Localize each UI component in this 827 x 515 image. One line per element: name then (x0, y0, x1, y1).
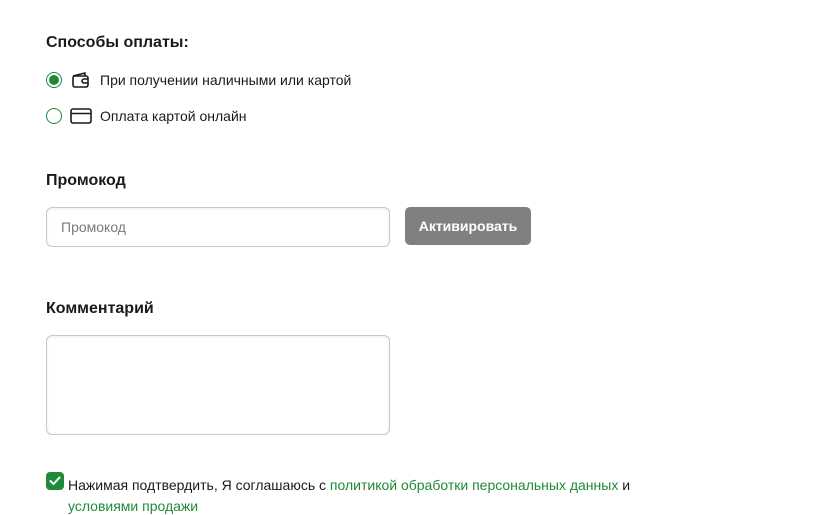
terms-of-sale-link[interactable]: условиями продажи (68, 498, 198, 514)
promo-title: Промокод (46, 172, 126, 189)
agreement-text-before: Нажимая подтвердить, Я соглашаюсь с (68, 477, 330, 493)
payment-option-card-online-label: Оплата картой онлайн (100, 108, 247, 124)
credit-card-icon (70, 106, 92, 126)
checkmark-icon (49, 476, 61, 485)
payment-option-cash-label: При получении наличными или картой (100, 72, 352, 88)
agreement-row: Нажимая подтвердить, Я соглашаюсь с поли… (46, 472, 630, 514)
radio-card-online[interactable] (46, 108, 62, 124)
comment-title: Комментарий (46, 300, 154, 317)
payment-option-cash[interactable]: При получении наличными или картой (46, 69, 351, 91)
payment-methods-title: Способы оплаты: (46, 34, 189, 51)
payment-option-card-online[interactable]: Оплата картой онлайн (46, 105, 247, 127)
agreement-checkbox[interactable] (46, 472, 64, 490)
agreement-text: Нажимая подтвердить, Я соглашаюсь с поли… (68, 475, 728, 515)
comment-textarea[interactable] (46, 335, 390, 435)
activate-promo-button[interactable]: Активировать (405, 207, 531, 245)
wallet-icon (70, 70, 92, 90)
promo-code-input[interactable] (46, 207, 390, 247)
privacy-policy-link[interactable]: политикой обработки персональных данных (330, 477, 618, 493)
radio-cash-selected[interactable] (46, 72, 62, 88)
agreement-text-middle: и (618, 477, 631, 493)
